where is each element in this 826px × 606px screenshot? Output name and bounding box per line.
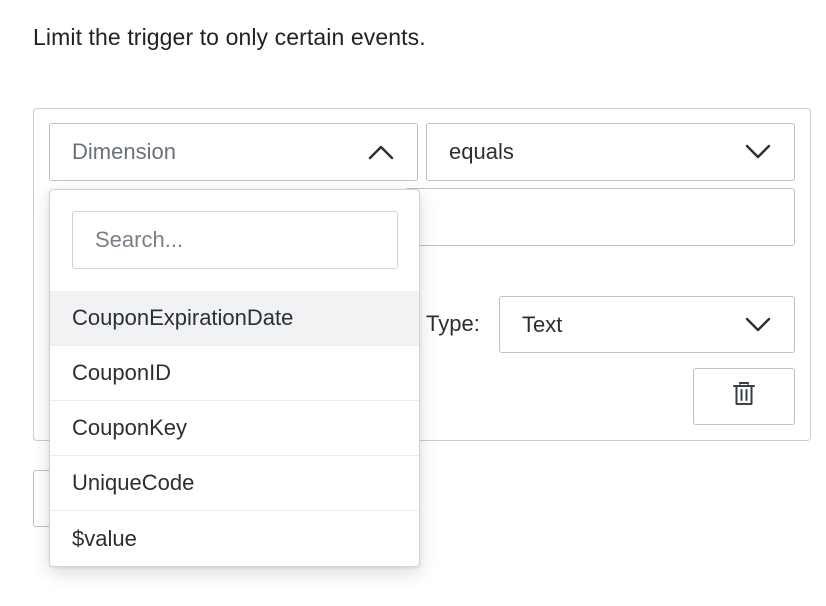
dimension-search-input[interactable] xyxy=(72,211,398,269)
operator-select[interactable]: equals xyxy=(426,123,795,181)
dimension-option[interactable]: $value xyxy=(50,511,419,566)
dimension-option[interactable]: CouponExpirationDate xyxy=(50,291,419,346)
chevron-down-icon xyxy=(744,311,772,339)
trash-icon xyxy=(732,381,756,412)
trigger-description: Limit the trigger to only certain events… xyxy=(33,24,426,50)
value-input[interactable] xyxy=(405,188,795,246)
dimension-option[interactable]: CouponID xyxy=(50,346,419,401)
type-select-label: Text xyxy=(522,311,563,337)
operator-select-label: equals xyxy=(449,139,514,164)
dimension-select[interactable]: Dimension xyxy=(49,123,418,181)
type-label: Type: xyxy=(426,311,480,336)
dimension-option[interactable]: UniqueCode xyxy=(50,456,419,511)
dimension-option[interactable]: CouponKey xyxy=(50,401,419,456)
dimension-dropdown-menu: CouponExpirationDate CouponID CouponKey … xyxy=(49,189,420,567)
delete-condition-button[interactable] xyxy=(693,368,795,425)
dimension-option-list: CouponExpirationDate CouponID CouponKey … xyxy=(50,291,419,566)
dimension-select-label: Dimension xyxy=(72,139,176,164)
type-select[interactable]: Text xyxy=(499,296,795,353)
chevron-down-icon xyxy=(744,138,772,166)
chevron-up-icon xyxy=(367,138,395,166)
trigger-filter-editor: Limit the trigger to only certain events… xyxy=(0,0,826,606)
